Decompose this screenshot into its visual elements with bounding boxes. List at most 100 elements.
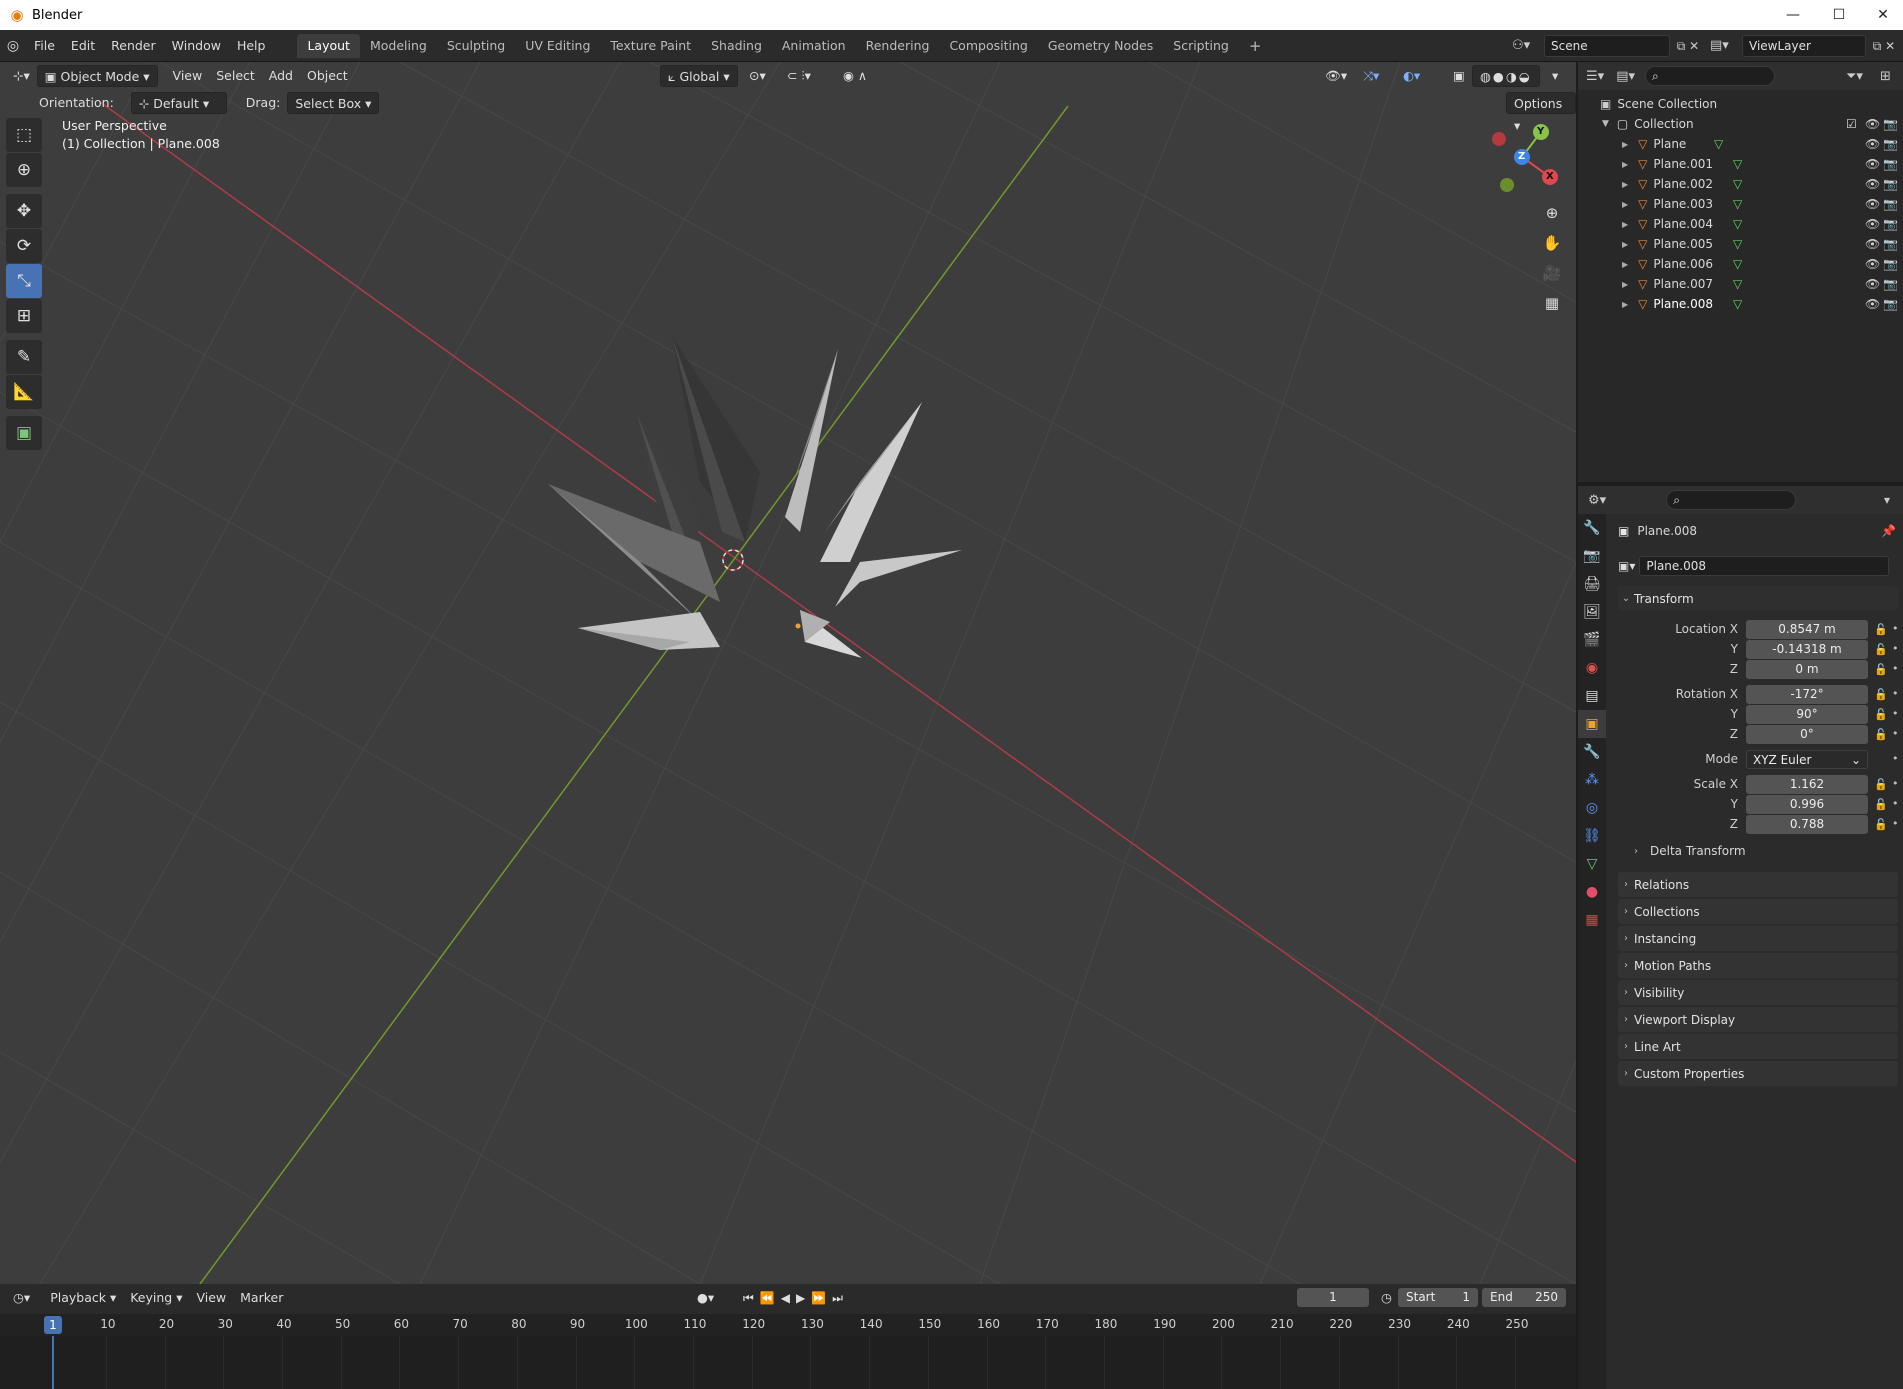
viewlayer-copy-delete-icon[interactable]: ⧉ ✕: [1866, 35, 1902, 57]
keyframe-dot-icon[interactable]: •: [1892, 687, 1899, 700]
add-cube-tool-icon[interactable]: ▣: [6, 416, 42, 450]
scene-copy-delete-icon[interactable]: ⧉ ✕: [1670, 35, 1706, 57]
rotate-tool-icon[interactable]: ⟳: [6, 229, 42, 263]
panel-viewport-display[interactable]: › Viewport Display: [1618, 1007, 1898, 1032]
outliner-item[interactable]: ▶ ▽ Plane.004 ▽ 👁 📷: [1578, 214, 1903, 234]
expand-chevron-icon[interactable]: ▶: [1622, 200, 1628, 209]
cursor-tool-icon[interactable]: ⊕: [6, 153, 42, 187]
rotation-x-field[interactable]: -172°: [1746, 685, 1868, 704]
object-browse-icon[interactable]: ▣▾: [1618, 559, 1635, 573]
current-frame-field[interactable]: 1: [1297, 1288, 1369, 1307]
shading-options-icon[interactable]: ▾: [1545, 65, 1565, 87]
frame-ruler[interactable]: 1 10 20 30 40 50 60 70 80 90 100 110 120 130 140 150 16…: [0, 1314, 1576, 1336]
eye-icon[interactable]: 👁: [1865, 277, 1880, 291]
keyframe-dot-icon[interactable]: •: [1892, 662, 1899, 675]
panel-relations[interactable]: › Relations: [1618, 872, 1898, 897]
outliner-collection[interactable]: ▼ ▢ Collection ☑ 👁 📷: [1578, 114, 1903, 134]
menu-file[interactable]: File: [26, 35, 63, 57]
menu-timeline-view[interactable]: View: [189, 1287, 233, 1309]
eye-icon[interactable]: 👁: [1865, 157, 1880, 171]
rotation-y-field[interactable]: 90°: [1746, 705, 1868, 724]
gizmo-toggle-icon[interactable]: ⤨▾: [1356, 65, 1386, 87]
render-camera-icon[interactable]: 📷: [1883, 277, 1898, 291]
tab-modeling[interactable]: Modeling: [360, 34, 437, 58]
blender-menu-icon[interactable]: ◎: [0, 38, 26, 54]
data-tab-icon[interactable]: ▽: [1578, 850, 1606, 878]
lock-icon[interactable]: 🔓: [1874, 663, 1888, 676]
tab-scripting[interactable]: Scripting: [1163, 34, 1239, 58]
tab-geometry-nodes[interactable]: Geometry Nodes: [1038, 34, 1163, 58]
tab-texture-paint[interactable]: Texture Paint: [600, 34, 701, 58]
render-camera-icon[interactable]: 📷: [1883, 197, 1898, 211]
add-workspace-icon[interactable]: +: [1239, 34, 1272, 58]
texture-tab-icon[interactable]: ▦: [1578, 906, 1606, 934]
tab-animation[interactable]: Animation: [772, 34, 856, 58]
properties-editor-type-icon[interactable]: ⚙▾: [1588, 493, 1606, 508]
render-camera-icon[interactable]: 📷: [1883, 217, 1898, 231]
scene-browse-icon[interactable]: ⚇▾: [1512, 35, 1544, 57]
keyframe-dot-icon[interactable]: •: [1892, 817, 1899, 830]
move-tool-icon[interactable]: ✥: [6, 194, 42, 228]
delta-transform-subpanel[interactable]: › Delta Transform: [1634, 844, 1746, 858]
transform-panel-header[interactable]: ⌄ Transform: [1618, 586, 1898, 611]
mesh-data-icon[interactable]: ▽: [1733, 157, 1742, 171]
lock-icon[interactable]: 🔓: [1874, 688, 1888, 701]
mesh-data-icon[interactable]: ▽: [1733, 237, 1742, 251]
menu-keying[interactable]: Keying ▾: [123, 1287, 189, 1309]
visibility-icon[interactable]: 👁▾: [1318, 65, 1354, 87]
constraints-tab-icon[interactable]: ⛓: [1578, 822, 1606, 850]
location-z-field[interactable]: 0 m: [1746, 660, 1868, 679]
render-camera-icon[interactable]: 📷: [1883, 117, 1898, 131]
collection-tab-icon[interactable]: ▤: [1578, 682, 1606, 710]
render-camera-icon[interactable]: 📷: [1883, 177, 1898, 191]
menu-edit[interactable]: Edit: [63, 35, 103, 57]
close-button[interactable]: ✕: [1860, 0, 1903, 30]
outliner-item[interactable]: ▶ ▽ Plane.007 ▽ 👁 📷: [1578, 274, 1903, 294]
eye-icon[interactable]: 👁: [1865, 197, 1880, 211]
eye-icon[interactable]: 👁: [1865, 237, 1880, 251]
timeline-track-area[interactable]: [0, 1336, 1576, 1389]
pin-icon[interactable]: 📌: [1881, 524, 1896, 538]
panel-instancing[interactable]: › Instancing: [1618, 926, 1898, 951]
expand-chevron-icon[interactable]: ▶: [1622, 280, 1628, 289]
mesh-data-icon[interactable]: ▽: [1714, 137, 1723, 151]
lock-icon[interactable]: 🔓: [1874, 778, 1888, 791]
transform-orientation-dropdown[interactable]: ⟀ Global ▾: [660, 65, 738, 87]
panel-line-art[interactable]: › Line Art: [1618, 1034, 1898, 1059]
physics-tab-icon[interactable]: ◎: [1578, 794, 1606, 822]
end-frame-field[interactable]: End 250: [1482, 1288, 1566, 1307]
outliner-item[interactable]: ▶ ▽ Plane.008 ▽ 👁 📷: [1578, 294, 1903, 314]
keyframe-dot-icon[interactable]: •: [1892, 797, 1899, 810]
drag-dropdown[interactable]: Select Box ▾: [287, 92, 380, 114]
panel-custom-properties[interactable]: › Custom Properties: [1618, 1061, 1898, 1086]
playhead[interactable]: 1: [44, 1316, 62, 1334]
material-tab-icon[interactable]: ●: [1578, 878, 1606, 906]
lock-icon[interactable]: 🔓: [1874, 623, 1888, 636]
scene-name-field[interactable]: Scene: [1544, 35, 1670, 57]
panel-motion-paths[interactable]: › Motion Paths: [1618, 953, 1898, 978]
keyframe-dot-icon[interactable]: •: [1892, 727, 1899, 740]
keyframe-dot-icon[interactable]: •: [1892, 622, 1899, 635]
collapse-chevron-icon[interactable]: ▼: [1602, 119, 1609, 129]
view-layer-tab-icon[interactable]: 🖼: [1578, 598, 1606, 626]
panel-visibility[interactable]: › Visibility: [1618, 980, 1898, 1005]
render-camera-icon[interactable]: 📷: [1883, 157, 1898, 171]
menu-playback[interactable]: Playback ▾: [43, 1287, 123, 1309]
mesh-data-icon[interactable]: ▽: [1733, 197, 1742, 211]
eye-icon[interactable]: 👁: [1865, 217, 1880, 231]
eye-icon[interactable]: 👁: [1865, 117, 1880, 131]
expand-chevron-icon[interactable]: ▶: [1622, 220, 1628, 229]
viewlayer-name-field[interactable]: ViewLayer: [1742, 35, 1866, 57]
select-box-tool-icon[interactable]: ⬚: [6, 118, 42, 152]
outliner-editor-type-icon[interactable]: ☰▾: [1586, 69, 1604, 84]
keyframe-dot-icon[interactable]: •: [1892, 642, 1899, 655]
camera-view-icon[interactable]: 🎥: [1539, 260, 1565, 286]
new-collection-icon[interactable]: ⊞: [1880, 69, 1891, 84]
tab-layout[interactable]: Layout: [297, 33, 360, 58]
scale-x-field[interactable]: 1.162: [1746, 775, 1868, 794]
keyframe-dot-icon[interactable]: •: [1892, 752, 1899, 765]
lock-icon[interactable]: 🔓: [1874, 798, 1888, 811]
snap-icon[interactable]: ⊂ ⫶▾: [780, 65, 818, 87]
tab-shading[interactable]: Shading: [701, 34, 772, 58]
overlay-toggle-icon[interactable]: ◐▾: [1396, 65, 1427, 87]
